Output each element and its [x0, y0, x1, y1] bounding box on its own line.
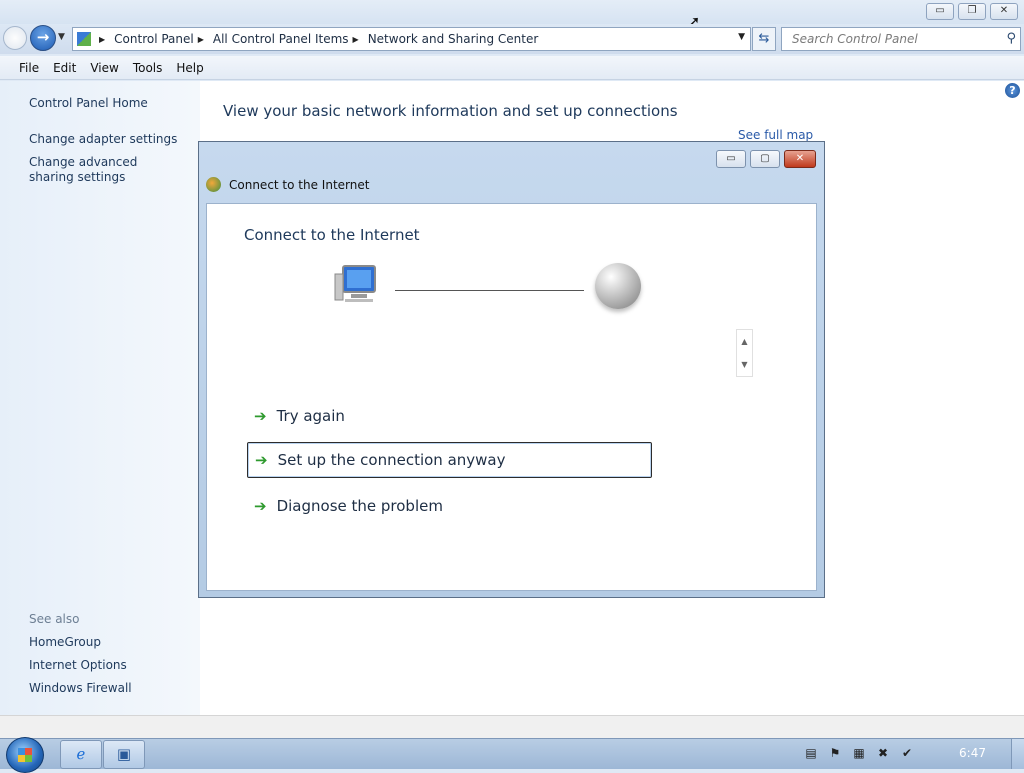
- page-title: View your basic network information and …: [223, 102, 678, 120]
- clock[interactable]: 6:47: [959, 746, 986, 760]
- sidebar: Control Panel Home Change adapter settin…: [0, 81, 200, 715]
- breadcrumb-separator-icon[interactable]: ▶: [99, 35, 105, 44]
- windows-firewall-link[interactable]: Windows Firewall: [29, 681, 189, 696]
- menu-tools[interactable]: Tools: [126, 61, 170, 75]
- back-button[interactable]: [3, 26, 27, 50]
- window-controls: ▭ ❐ ✕: [926, 3, 1018, 20]
- dialog-heading: Connect to the Internet: [244, 226, 420, 244]
- security-check-icon[interactable]: ✔: [900, 746, 914, 760]
- dialog-titlebar: Connect to the Internet: [206, 177, 369, 192]
- dialog-maximize-button[interactable]: ▢: [750, 150, 780, 168]
- control-panel-taskbar-button[interactable]: ▣: [103, 740, 145, 769]
- maximize-button[interactable]: ❐: [958, 3, 986, 20]
- volume-muted-icon[interactable]: ✖: [876, 746, 890, 760]
- minimize-button[interactable]: ▭: [926, 3, 954, 20]
- search-input[interactable]: [790, 28, 994, 50]
- change-adapter-settings-link[interactable]: Change adapter settings: [29, 132, 189, 147]
- option-label: Diagnose the problem: [276, 497, 443, 515]
- network-status-icon[interactable]: ▦: [852, 746, 866, 760]
- internet-globe-icon: [595, 263, 641, 309]
- window-titlebar: ▭ ❐ ✕: [0, 0, 1024, 24]
- try-again-option[interactable]: ➔ Try again: [247, 398, 652, 434]
- action-center-flag-icon[interactable]: ⚑: [828, 746, 842, 760]
- change-advanced-sharing-link[interactable]: Change advanced sharing settings: [29, 155, 179, 185]
- option-label: Try again: [276, 407, 345, 425]
- control-panel-icon: [77, 32, 91, 46]
- internet-explorer-taskbar-button[interactable]: ℯ: [60, 740, 102, 769]
- connection-line: [395, 290, 584, 291]
- menu-file[interactable]: File: [12, 61, 46, 75]
- dialog-close-button[interactable]: ✕: [784, 150, 816, 168]
- internet-options-link[interactable]: Internet Options: [29, 658, 189, 673]
- option-label: Set up the connection anyway: [277, 451, 506, 469]
- menu-edit[interactable]: Edit: [46, 61, 83, 75]
- setup-anyway-option[interactable]: ➔ Set up the connection anyway: [247, 442, 652, 478]
- forward-button[interactable]: →: [30, 25, 56, 51]
- close-button[interactable]: ✕: [990, 3, 1018, 20]
- system-tray: ▤ ⚑ ▦ ✖ ✔: [804, 746, 914, 760]
- diagnose-problem-option[interactable]: ➔ Diagnose the problem: [247, 488, 652, 524]
- scroll-down-icon[interactable]: ▼: [737, 353, 752, 376]
- refresh-button[interactable]: ⇆: [752, 27, 776, 51]
- status-bar: [0, 715, 1024, 739]
- homegroup-link[interactable]: HomeGroup: [29, 635, 189, 650]
- scrollbar[interactable]: ▲ ▼: [736, 329, 753, 377]
- recent-pages-dropdown-icon[interactable]: ▼: [58, 32, 65, 42]
- breadcrumb-control-panel[interactable]: Control Panel: [114, 32, 194, 46]
- green-arrow-icon: ➔: [254, 407, 267, 425]
- dialog-title: Connect to the Internet: [229, 177, 370, 192]
- breadcrumb-separator-icon[interactable]: ▶: [198, 35, 204, 44]
- menu-help[interactable]: Help: [169, 61, 210, 75]
- see-also-heading: See also: [29, 612, 80, 626]
- taskbar: ℯ ▣ ▤ ⚑ ▦ ✖ ✔ 6:47: [0, 737, 1024, 773]
- dialog-body: Connect to the Internet ▲ ▼ ➔ Try again …: [206, 203, 817, 591]
- search-box: ⚲: [781, 27, 1021, 51]
- computer-icon: [334, 265, 376, 302]
- menu-view[interactable]: View: [83, 61, 125, 75]
- connect-dialog: ▭ ▢ ✕ Connect to the Internet Connect to…: [198, 141, 825, 598]
- network-icon: [206, 177, 221, 192]
- notification-icon[interactable]: ▤: [804, 746, 818, 760]
- address-bar[interactable]: ▶ Control Panel ▶ All Control Panel Item…: [72, 27, 751, 51]
- breadcrumb-separator-icon[interactable]: ▶: [353, 35, 359, 44]
- green-arrow-icon: ➔: [255, 451, 268, 469]
- breadcrumb-network-sharing[interactable]: Network and Sharing Center: [368, 32, 539, 46]
- menu-bar: File Edit View Tools Help: [0, 56, 1024, 80]
- search-icon[interactable]: ⚲: [1006, 31, 1016, 46]
- help-icon[interactable]: ?: [1005, 83, 1020, 98]
- control-panel-home-link[interactable]: Control Panel Home: [29, 96, 189, 111]
- breadcrumb-all-items[interactable]: All Control Panel Items: [213, 32, 349, 46]
- green-arrow-icon: ➔: [254, 497, 267, 515]
- dialog-minimize-button[interactable]: ▭: [716, 150, 746, 168]
- dialog-controls: ▭ ▢ ✕: [716, 150, 816, 168]
- address-dropdown-icon[interactable]: ▼: [738, 32, 745, 42]
- scroll-up-icon[interactable]: ▲: [737, 330, 752, 353]
- show-desktop-button[interactable]: [1011, 739, 1024, 769]
- navigation-bar: → ▼ ▶ Control Panel ▶ All Control Panel …: [0, 24, 1024, 54]
- see-full-map-link[interactable]: See full map: [738, 128, 813, 142]
